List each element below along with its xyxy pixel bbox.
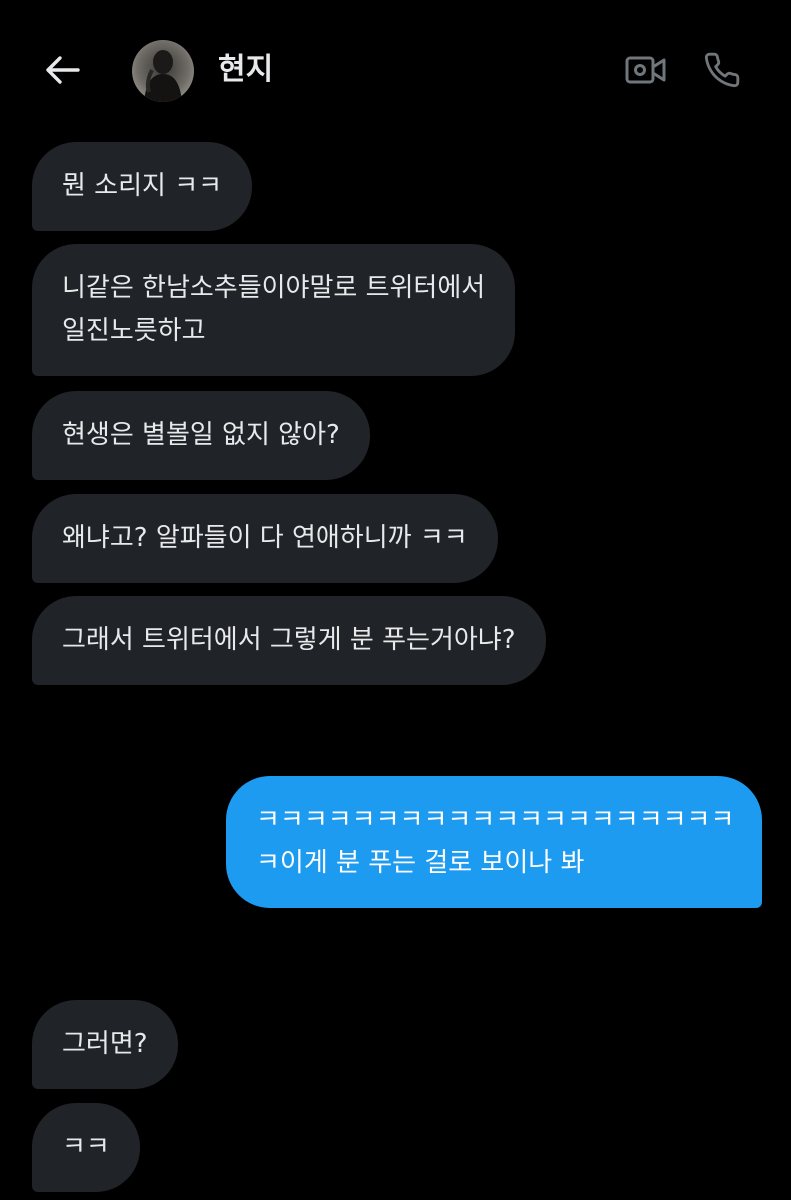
video-camera-icon (625, 56, 666, 84)
message-text: ㅋㅋ (62, 1132, 110, 1162)
avatar-photo (144, 50, 182, 102)
message-text: ㅋㅋㅋㅋㅋㅋㅋㅋㅋㅋㅋㅋㅋㅋㅋㅋㅋㅋㅋㅋ (256, 805, 735, 835)
message-text: 왜냐고? 알파들이 다 연애하니까 ㅋㅋ (62, 523, 468, 553)
message-bubble-incoming[interactable]: 왜냐고? 알파들이 다 연애하니까 ㅋㅋ (32, 494, 498, 583)
message-bubble-outgoing[interactable]: ㅋㅋㅋㅋㅋㅋㅋㅋㅋㅋㅋㅋㅋㅋㅋㅋㅋㅋㅋㅋ ㅋ이게 분 푸는 걸로 보이나 봐 (226, 776, 762, 908)
message-bubble-incoming[interactable]: 그래서 트위터에서 그렇게 분 푸는거아냐? (32, 596, 546, 685)
back-button[interactable] (40, 50, 84, 90)
message-text: 일진노릇하고 (62, 316, 206, 346)
message-text: 현생은 별볼일 없지 않아? (62, 420, 340, 450)
contact-name[interactable]: 현지 (218, 50, 273, 90)
phone-icon (704, 52, 740, 88)
message-text: ㅋ이게 분 푸는 걸로 보이나 봐 (256, 848, 585, 878)
message-bubble-incoming[interactable]: 뭔 소리지 ㅋㅋ (32, 142, 253, 231)
arrow-left-icon (46, 56, 80, 84)
message-text: 뭔 소리지 ㅋㅋ (62, 171, 223, 201)
conversation-header: 현지 (0, 0, 791, 140)
avatar[interactable] (132, 40, 194, 102)
video-call-button[interactable] (624, 50, 668, 90)
message-bubble-incoming[interactable]: ㅋㅋ (32, 1103, 140, 1192)
message-bubble-incoming[interactable]: 니같은 한남소추들이야말로 트위터에서 일진노릇하고 (32, 244, 516, 376)
voice-call-button[interactable] (700, 48, 744, 92)
message-text: 그러면? (62, 1029, 148, 1059)
message-bubble-incoming[interactable]: 현생은 별볼일 없지 않아? (32, 391, 370, 480)
message-bubble-incoming[interactable]: 그러면? (32, 1000, 178, 1089)
message-text: 니같은 한남소추들이야말로 트위터에서 (62, 273, 486, 303)
message-text: 그래서 트위터에서 그렇게 분 푸는거아냐? (62, 625, 516, 655)
